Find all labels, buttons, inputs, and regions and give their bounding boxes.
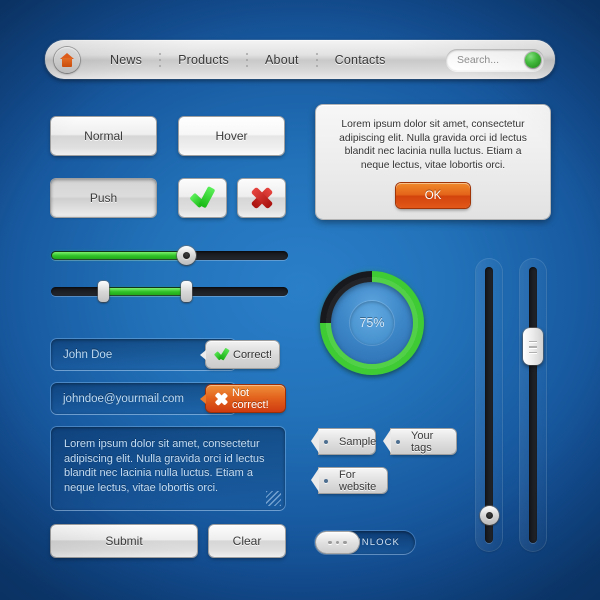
slider-knob[interactable] xyxy=(523,328,543,366)
progress-value-label: 75% xyxy=(350,301,394,345)
tag-your-tags[interactable]: Your tags xyxy=(383,429,456,454)
grip-line-icon xyxy=(529,351,537,354)
nav-separator-dots-icon xyxy=(246,50,248,69)
nav-item-products[interactable]: Products xyxy=(161,53,246,67)
search-submit-icon[interactable] xyxy=(525,51,541,68)
range-slider[interactable] xyxy=(51,281,288,302)
push-button[interactable]: Push xyxy=(51,179,156,217)
normal-button[interactable]: Normal xyxy=(51,117,156,155)
navbar: News Products About Contacts Search... xyxy=(45,40,555,79)
tag-label: Your tags xyxy=(411,429,434,454)
textarea-value: Lorem ipsum dolor sit amet, consectetur … xyxy=(64,438,265,494)
tag-label: For website xyxy=(339,468,377,493)
slider-fill xyxy=(52,252,188,259)
range-slider-knob-end[interactable] xyxy=(180,281,192,302)
resize-grip-icon[interactable] xyxy=(266,491,281,506)
tag-label: Sample xyxy=(339,435,377,448)
grip-dot-icon xyxy=(343,540,347,545)
single-slider[interactable] xyxy=(51,246,288,265)
ui-kit-canvas: News Products About Contacts Search... N… xyxy=(0,0,600,600)
dialog-panel: Lorem ipsum dolor sit amet, consectetur … xyxy=(316,105,550,219)
range-slider-knob-start[interactable] xyxy=(97,281,109,302)
status-badge-incorrect[interactable]: Not correct! xyxy=(200,385,285,412)
check-icon xyxy=(215,349,228,360)
unlock-label: UNLOCK xyxy=(353,537,400,548)
nav-item-contacts[interactable]: Contacts xyxy=(318,53,403,67)
dialog-ok-button[interactable]: OK xyxy=(396,183,470,208)
slider-knob[interactable] xyxy=(479,506,499,526)
hover-button[interactable]: Hover xyxy=(179,117,284,155)
badge-label: Correct! xyxy=(233,348,273,361)
clear-button[interactable]: Clear xyxy=(209,525,285,557)
circular-progress: 75% xyxy=(320,271,424,375)
slider-knob[interactable] xyxy=(176,246,196,265)
vertical-slider-round[interactable] xyxy=(476,259,502,551)
progress-center: 75% xyxy=(331,282,413,364)
slider-track[interactable] xyxy=(485,267,493,543)
search-container: Search... xyxy=(446,48,544,71)
unlock-slider[interactable]: UNLOCK xyxy=(315,531,415,554)
reject-button[interactable] xyxy=(238,179,285,217)
grip-dot-icon xyxy=(335,540,340,545)
slider-track[interactable] xyxy=(529,267,537,543)
message-textarea[interactable]: Lorem ipsum dolor sit amet, consectetur … xyxy=(51,427,285,510)
home-button[interactable] xyxy=(54,46,80,73)
home-icon xyxy=(59,52,75,67)
nav-item-about[interactable]: About xyxy=(248,53,316,67)
nav-separator-dots-icon xyxy=(315,50,318,69)
vertical-slider-rect[interactable] xyxy=(520,259,546,551)
unlock-grip-handle[interactable] xyxy=(316,532,359,553)
grip-line-icon xyxy=(529,346,537,348)
nav-links: News Products About Contacts xyxy=(93,50,403,69)
cross-icon xyxy=(215,393,227,405)
grip-dot-icon xyxy=(328,540,332,545)
nav-separator-dots-icon xyxy=(159,50,162,69)
nav-item-news[interactable]: News xyxy=(93,53,159,67)
submit-button[interactable]: Submit xyxy=(51,525,197,557)
slider-fill xyxy=(103,288,187,295)
dialog-message: Lorem ipsum dolor sit amet, consectetur … xyxy=(339,119,527,171)
status-badge-correct[interactable]: Correct! xyxy=(200,341,279,368)
accept-button[interactable] xyxy=(179,179,226,217)
tag-sample[interactable]: Sample xyxy=(311,429,377,454)
cross-icon xyxy=(251,187,273,209)
check-icon xyxy=(190,187,215,209)
badge-label: Not correct! xyxy=(232,386,269,411)
grip-line-icon xyxy=(529,340,537,343)
tag-for-website[interactable]: For website xyxy=(311,468,387,493)
